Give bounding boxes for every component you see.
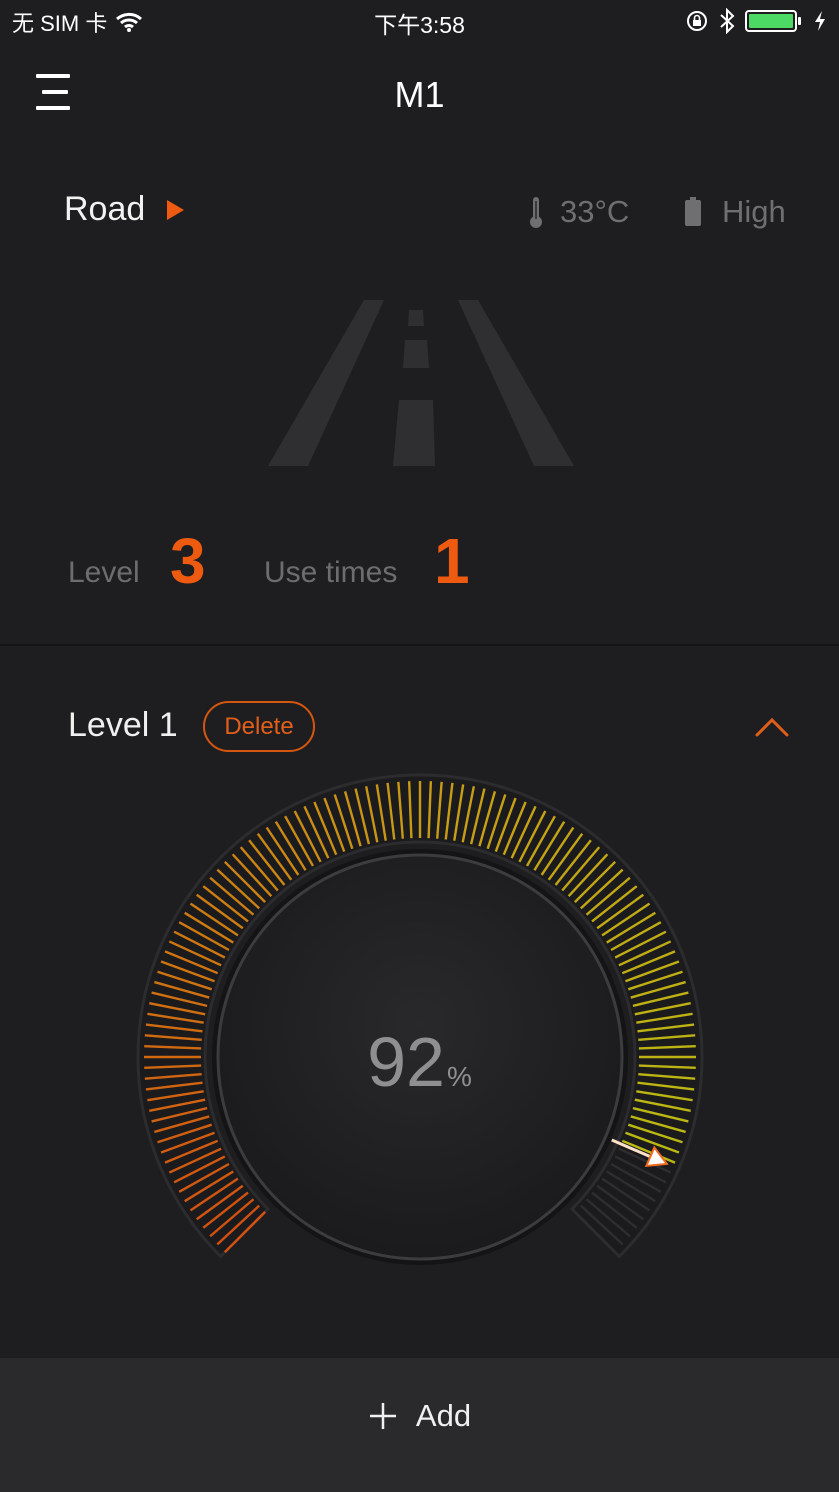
dial-value-number: 92	[367, 1023, 445, 1101]
play-icon	[167, 199, 185, 220]
status-right	[685, 8, 827, 34]
mode-label: Road	[64, 190, 146, 228]
level-label: Level	[68, 556, 140, 589]
road-illustration	[268, 300, 574, 466]
plus-icon	[369, 1403, 396, 1429]
use-times-label: Use times	[264, 556, 398, 589]
battery-readout: High	[684, 194, 786, 230]
rotation-lock-icon	[687, 11, 707, 31]
level-value: 3	[170, 525, 206, 597]
battery-icon	[685, 197, 701, 226]
charging-icon	[815, 11, 825, 31]
battery-level: High	[722, 194, 786, 229]
stats-row: Level 3 Use times 1	[0, 524, 839, 604]
section-divider	[0, 644, 839, 646]
chevron-up-icon[interactable]	[754, 714, 790, 740]
bluetooth-icon	[720, 8, 735, 34]
temperature-readout: 33°C	[528, 194, 629, 230]
thermometer-icon	[530, 197, 542, 228]
page-title: M1	[394, 74, 445, 115]
dial-value-unit: %	[446, 1061, 472, 1092]
level-title: Level 1	[68, 706, 178, 744]
add-label: Add	[415, 1398, 472, 1433]
use-times-value: 1	[434, 525, 470, 597]
mode-selector[interactable]: Road	[64, 190, 185, 229]
temperature-value: 33°C	[560, 194, 630, 229]
add-button-content: Add	[0, 1398, 839, 1434]
delete-button[interactable]: Delete	[203, 701, 315, 752]
dial-value: 92%	[0, 1022, 839, 1102]
status-bar: 无 SIM 卡 下午3:58	[0, 0, 839, 42]
battery-status-icon	[745, 10, 801, 32]
add-button[interactable]: Add	[0, 1358, 839, 1492]
